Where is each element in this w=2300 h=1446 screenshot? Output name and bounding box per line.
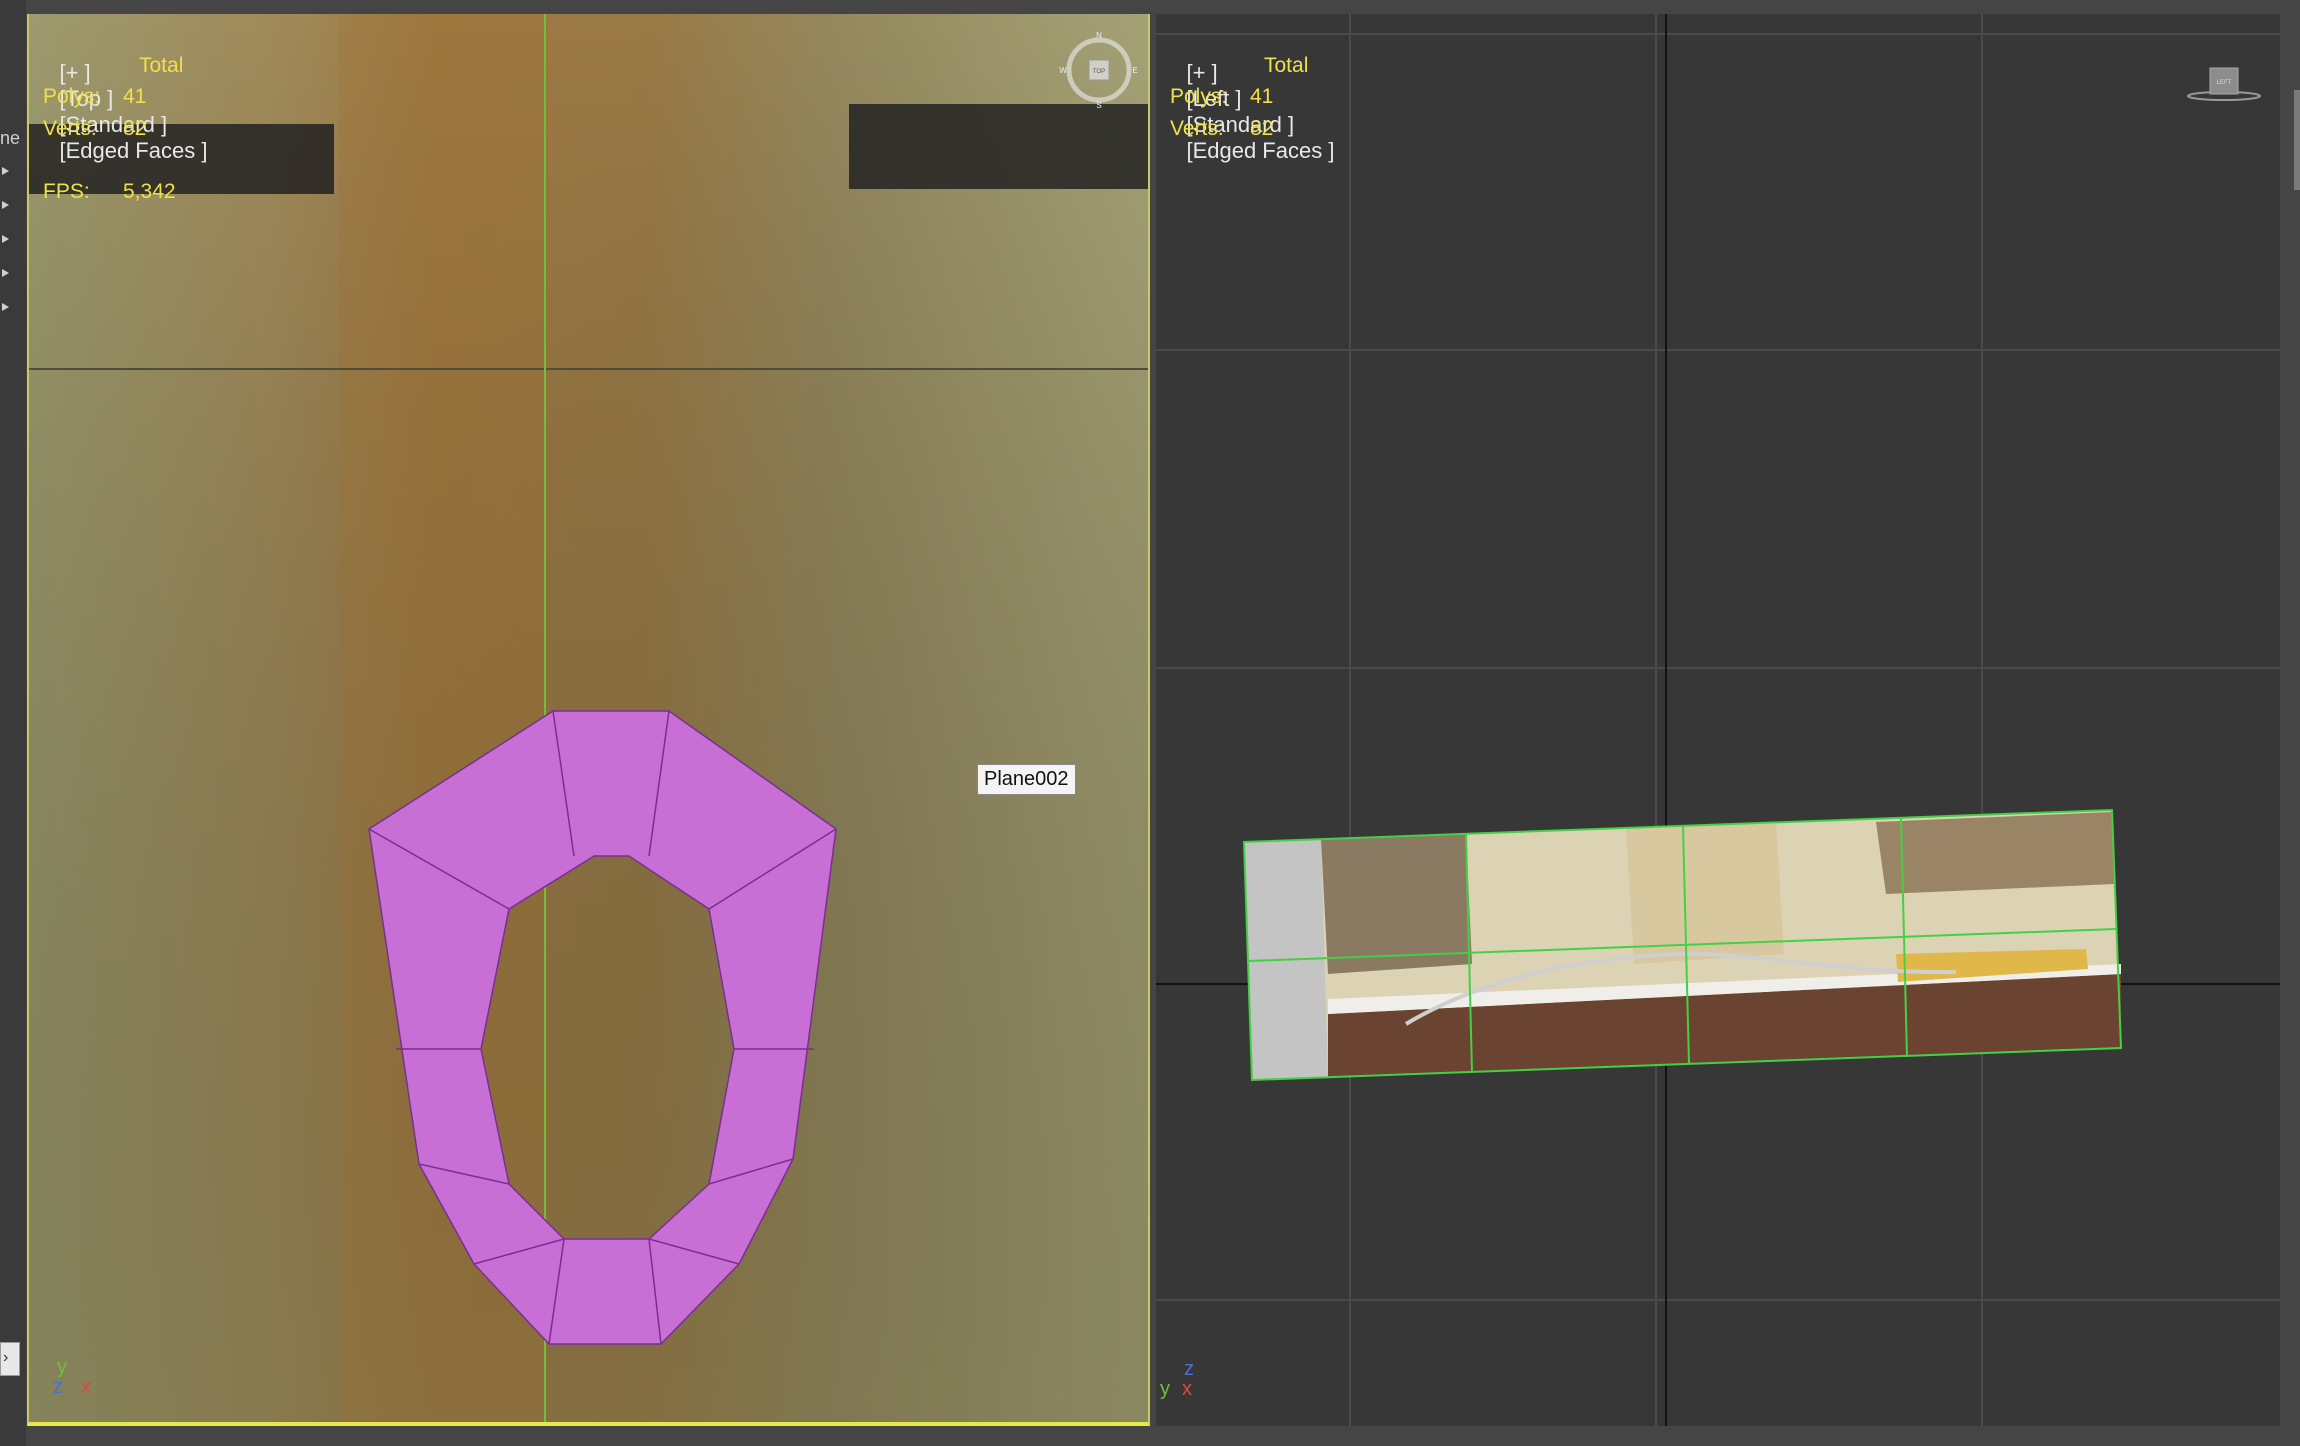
- panel-partial-label: ne: [0, 128, 21, 148]
- rollout-expand-icon[interactable]: [0, 266, 14, 280]
- panel-collapse-handle[interactable]: ›: [0, 1342, 20, 1376]
- stats-header: Total: [1264, 54, 1309, 77]
- compass-east-label: E: [1132, 66, 1137, 75]
- stats-header: Total: [139, 54, 184, 77]
- axis-tripod-icon: z y x: [1160, 1358, 1210, 1408]
- rollout-expand-icon[interactable]: [0, 300, 14, 314]
- fps-label: FPS:: [43, 180, 90, 203]
- polys-value: 41: [123, 85, 147, 108]
- left-view-grid: [1156, 14, 2280, 1426]
- axis-z-label: z: [53, 1376, 63, 1398]
- axis-y-label: y: [1160, 1378, 1170, 1400]
- reference-image-plane[interactable]: [1242, 808, 2123, 1082]
- chevron-right-icon: ›: [3, 1349, 9, 1366]
- axis-x-label: x: [1182, 1378, 1192, 1400]
- viewcube-icon[interactable]: LEFT: [2184, 52, 2264, 108]
- rollout-expand-icon[interactable]: [0, 232, 14, 246]
- viewcube-face-label: LEFT: [2217, 80, 2232, 86]
- top-view-background-image: [29, 14, 1148, 1422]
- fps-value: 5,342: [123, 180, 176, 203]
- compass-north-label: N: [1096, 31, 1102, 40]
- statistics-overlay: Total Polys: 41 Verts: 82: [1170, 54, 1370, 154]
- statistics-overlay: Total Polys: 41 Verts: 82 FPS: 5,342: [43, 54, 243, 214]
- viewcube-compass-icon[interactable]: TOP N S E W: [1059, 30, 1139, 110]
- axis-tripod-icon: y z x: [53, 1356, 105, 1406]
- polys-label: Polys:: [43, 85, 101, 108]
- verts-value: 82: [1250, 117, 1274, 140]
- viewcube-face-label: TOP: [1093, 69, 1105, 75]
- verts-label: Verts:: [1170, 117, 1224, 140]
- verts-label: Verts:: [43, 117, 97, 140]
- polys-value: 41: [1250, 85, 1274, 108]
- compass-south-label: S: [1096, 101, 1101, 110]
- polys-label: Polys:: [1170, 85, 1228, 108]
- object-name-tooltip: Plane002: [977, 764, 1076, 795]
- right-panel-edge: [2280, 14, 2300, 1426]
- left-command-strip: ne ›: [0, 0, 26, 1446]
- right-panel-scroll-tab[interactable]: [2294, 90, 2300, 190]
- rollout-expand-icon[interactable]: [0, 164, 14, 178]
- viewport-left[interactable]: [+ ] [Left ] [Standard ] [Edged Faces ] …: [1156, 14, 2280, 1426]
- rollout-expand-icon[interactable]: [0, 198, 14, 212]
- viewport-top[interactable]: [+ ] [Top ] [Standard ] [Edged Faces ] T…: [27, 14, 1150, 1426]
- compass-west-label: W: [1059, 66, 1067, 75]
- verts-value: 82: [123, 117, 147, 140]
- axis-x-label: x: [81, 1376, 91, 1398]
